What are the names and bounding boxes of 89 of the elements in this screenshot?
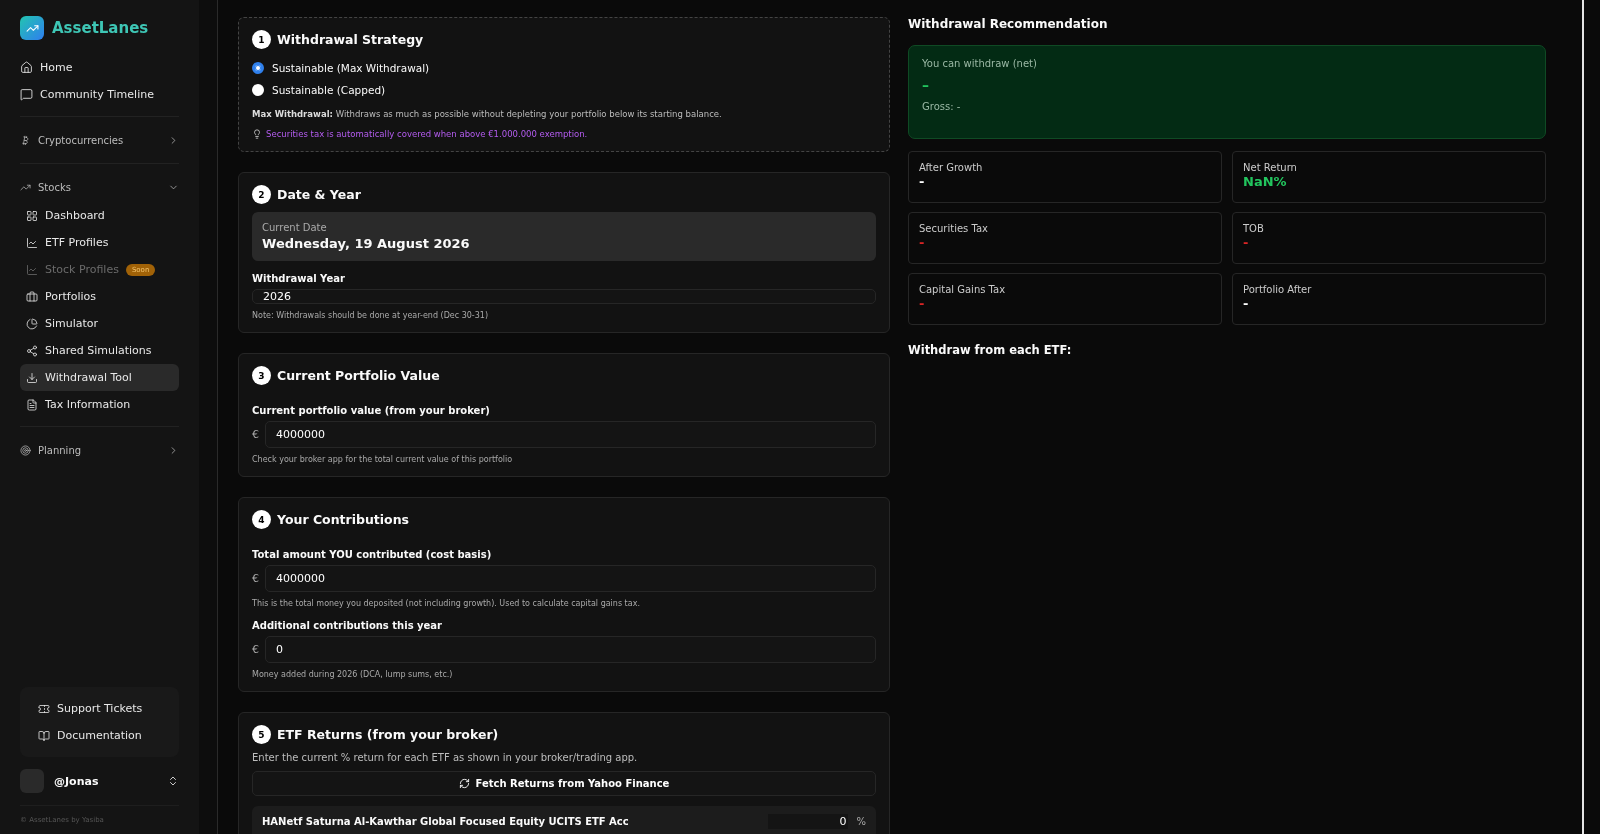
stat-value: -: [1243, 297, 1249, 310]
target-icon: [20, 444, 31, 456]
section-title: Date & Year: [277, 187, 361, 202]
nav-item[interactable]: ETF Profiles: [20, 229, 179, 256]
stat-label: Securities Tax: [919, 223, 989, 234]
field-label: Additional contributions this year: [252, 620, 444, 631]
brand-name: AssetLanes: [52, 19, 149, 37]
step-number: 3: [252, 366, 271, 385]
expand-icon: [167, 775, 179, 787]
section-title: Your Contributions: [277, 512, 410, 527]
nav-group[interactable]: Planning: [20, 435, 179, 465]
amount-field[interactable]: 4000000: [265, 421, 876, 448]
line-chart-icon: [26, 263, 38, 276]
nav-item[interactable]: Home: [20, 54, 179, 81]
step-number: 1: [252, 30, 271, 49]
tip-text: Securities tax is automatically covered when above €1.000.000 exemption.: [266, 129, 588, 139]
currency-symbol: €: [252, 428, 259, 441]
strategy-description: Max Withdrawal: Withdraws as much as possible without depleting your portfolio below its starting balance.: [252, 109, 723, 119]
fetch-button[interactable]: Fetch Returns from Yahoo Finance: [252, 771, 876, 796]
stat-label: TOB: [1243, 223, 1265, 234]
stat-label: Net Return: [1243, 162, 1298, 173]
field-hint: Note: Withdrawals should be done at year-end (Dec 30-31): [252, 311, 489, 320]
book-icon: [38, 729, 50, 742]
share-icon: [26, 344, 38, 357]
nav-item[interactable]: Withdrawal Tool: [20, 364, 179, 391]
percent-sign: %: [856, 816, 866, 827]
stat-value: NaN%: [1243, 175, 1287, 188]
radio-option[interactable]: Sustainable (Max Withdrawal): [252, 57, 876, 79]
chat-icon: [20, 88, 33, 101]
stat-value: -: [919, 175, 925, 188]
section-title: Withdrawal Strategy: [277, 32, 424, 47]
download-icon: [26, 371, 38, 384]
currency-symbol: €: [252, 643, 259, 656]
amount-field[interactable]: 0: [265, 636, 876, 663]
amount-field[interactable]: 4000000: [265, 565, 876, 592]
subsection-title: Withdraw from each ETF:: [908, 343, 1073, 357]
nav-item[interactable]: Shared Simulations: [20, 337, 179, 364]
logo-icon: [20, 16, 44, 40]
etf-name: HANetf Saturna Al-Kawthar Global Focused Equity UCITS ETF Acc: [262, 816, 630, 827]
user-name[interactable]: @Jonas: [54, 774, 157, 788]
result-label: You can withdraw (net): [922, 58, 1038, 69]
ticket-icon: [38, 702, 50, 715]
document-icon: [26, 398, 38, 411]
nav-item[interactable]: Simulator: [20, 310, 179, 337]
lightbulb-icon: [252, 129, 262, 139]
help-link[interactable]: Support Tickets: [32, 695, 167, 722]
radio-button[interactable]: [252, 62, 264, 74]
bitcoin-icon: [20, 134, 31, 146]
field-hint: This is the total money you deposited (not including growth). Used to calculate capital gains tax.: [252, 599, 641, 608]
refresh-icon: [458, 778, 470, 789]
stat-value: -: [919, 236, 925, 249]
field-label: Total amount YOU contributed (cost basis): [252, 549, 493, 560]
nav-group[interactable]: Cryptocurrencies: [20, 125, 179, 155]
year-field[interactable]: 2026: [252, 289, 876, 304]
nav-group[interactable]: Stocks: [20, 172, 179, 202]
net-amount: –: [922, 77, 930, 93]
field-hint: Check your broker app for the total current value of this portfolio: [252, 455, 514, 464]
stat-label: Portfolio After: [1243, 284, 1313, 295]
pie-chart-icon: [26, 317, 38, 330]
date-label: Current Date: [262, 222, 328, 233]
field-label: Current portfolio value (from your broker): [252, 405, 491, 416]
radio-option[interactable]: Sustainable (Capped): [252, 79, 876, 101]
help-link[interactable]: Documentation: [32, 722, 167, 749]
line-chart-icon: [26, 236, 38, 249]
nav-item[interactable]: Tax Information: [20, 391, 179, 418]
current-date: Wednesday, 19 August 2026: [262, 236, 471, 251]
section-title: ETF Returns (from your broker): [277, 727, 499, 742]
section-title: Current Portfolio Value: [277, 368, 440, 383]
step-number: 5: [252, 725, 271, 744]
briefcase-icon: [26, 290, 38, 303]
panel-title: Withdrawal Recommendation: [908, 17, 1109, 31]
step-number: 2: [252, 185, 271, 204]
gross-amount: Gross: -: [922, 101, 962, 112]
nav-item[interactable]: Dashboard: [20, 202, 179, 229]
stat-label: Capital Gains Tax: [919, 284, 1007, 295]
field-hint: Money added during 2026 (DCA, lump sums, etc.): [252, 670, 454, 679]
stat-value: -: [919, 297, 925, 310]
grid-icon: [26, 209, 38, 222]
home-icon: [20, 61, 33, 74]
nav-item[interactable]: Portfolios: [20, 283, 179, 310]
stat-label: After Growth: [919, 162, 984, 173]
section-description: Enter the current % return for each ETF as shown in your broker/trading app.: [252, 752, 639, 763]
currency-symbol: €: [252, 572, 259, 585]
step-number: 4: [252, 510, 271, 529]
return-field[interactable]: 0: [768, 814, 849, 829]
stat-value: -: [1243, 236, 1249, 249]
nav-item[interactable]: Community Timeline: [20, 81, 179, 108]
radio-button[interactable]: [252, 84, 264, 96]
field-label: Withdrawal Year: [252, 273, 346, 284]
